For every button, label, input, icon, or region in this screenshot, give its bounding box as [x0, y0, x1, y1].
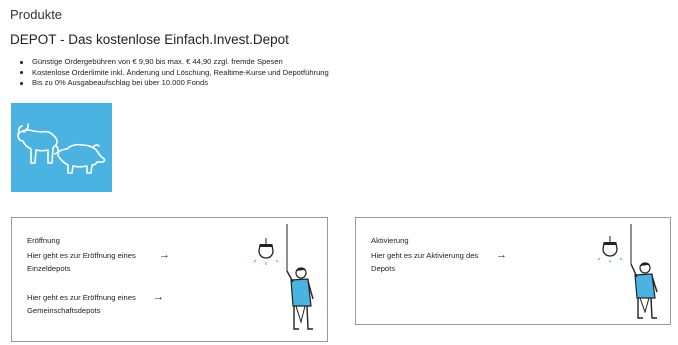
arrow-right-icon[interactable]: → [159, 250, 170, 261]
page-heading: Produkte [10, 7, 63, 22]
link-text-line1: Hier geht es zur Eröffnung eines [27, 293, 136, 302]
link-text-line2: Depots [371, 263, 396, 273]
link-text-line2: Gemeinschaftsdepots [27, 305, 101, 315]
open-joint-depot-link[interactable]: Hier geht es zur Eröffnung eines Gemeins… [27, 292, 136, 317]
bull-bear-tile [11, 103, 112, 192]
arrow-right-icon[interactable]: → [496, 250, 507, 261]
opening-card: Eröffnung Hier geht es zur Eröffnung ein… [11, 217, 328, 342]
open-single-depot-link[interactable]: Hier geht es zur Eröffnung eines Einzeld… [27, 250, 136, 275]
benefit-item: Bis zu 0% Ausgabeaufschlag bei über 10.0… [20, 78, 329, 89]
benefit-list: Günstige Ordergebühren von € 9,90 bis ma… [20, 57, 329, 89]
person-pulling-light-cord-icon [597, 224, 658, 319]
link-text-line1: Hier geht es zur Aktivierung des [371, 251, 479, 260]
link-text-line2: Einzeldepots [27, 263, 71, 273]
benefit-item: Kostenlose Orderlimite inkl. Änderung un… [20, 68, 329, 79]
activate-depot-link[interactable]: Hier geht es zur Aktivierung des Depots [371, 250, 478, 275]
person-pulling-light-cord-icon [253, 224, 314, 330]
product-title: DEPOT - Das kostenlose Einfach.Invest.De… [10, 32, 289, 47]
activation-card: Aktivierung Hier geht es zur Aktivierung… [355, 217, 671, 325]
activation-card-title: Aktivierung [371, 236, 409, 245]
bull-bear-icon [17, 123, 106, 174]
link-text-line1: Hier geht es zur Eröffnung eines [27, 251, 136, 260]
arrow-right-icon[interactable]: → [153, 292, 164, 303]
benefit-item: Günstige Ordergebühren von € 9,90 bis ma… [20, 57, 329, 68]
opening-card-title: Eröffnung [27, 236, 60, 245]
